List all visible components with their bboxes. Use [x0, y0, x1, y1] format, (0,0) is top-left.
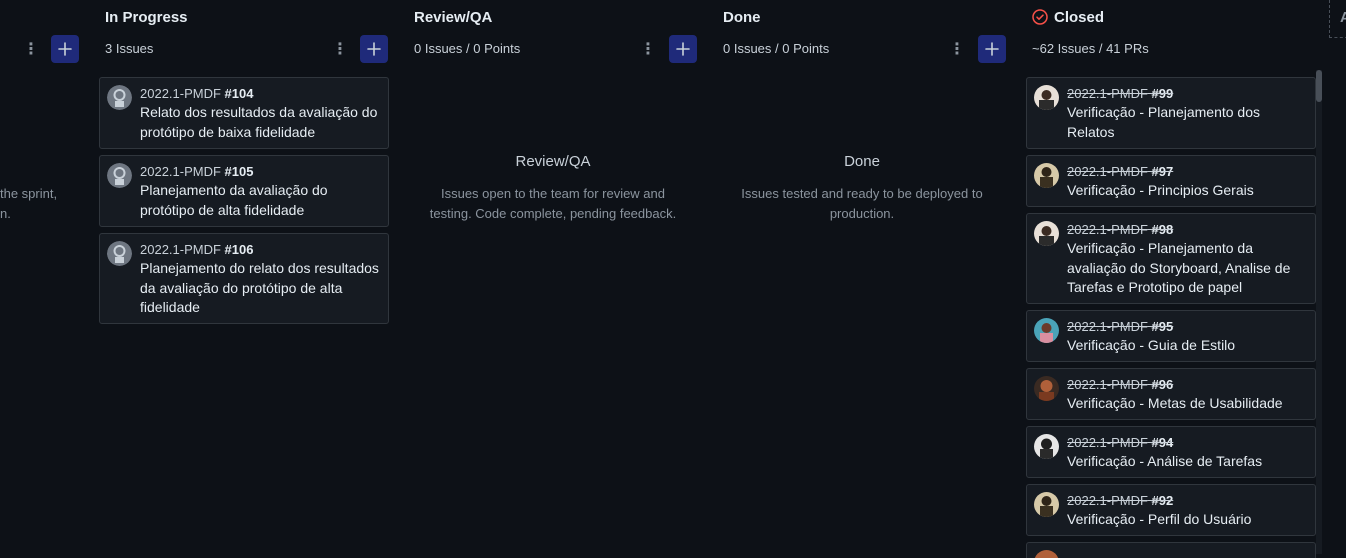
column-count: ~62 Issues / 41 PRs [1032, 41, 1149, 56]
issue-title[interactable]: Relato dos resultados da avaliação do pr… [140, 103, 380, 142]
issue-title[interactable]: Verificação - Guia de Estilo [1067, 336, 1307, 356]
add-card-button[interactable] [360, 35, 388, 63]
plus-icon [985, 42, 999, 56]
avatar [1034, 434, 1059, 459]
issue-number: #106 [224, 242, 254, 257]
empty-state-description: Issues tested and ready to be deployed t… [741, 186, 983, 221]
issue-number: #99 [1151, 86, 1174, 101]
plus-icon [58, 42, 72, 56]
closed-card[interactable]: 2022.1-PMDF #92 Verificação - Perfil do … [1026, 484, 1316, 536]
column-title: In Progress [105, 9, 188, 26]
repo-name: 2022.1-PMDF [140, 86, 221, 101]
partial-desc-line-2: n. [0, 205, 11, 221]
avatar [1034, 163, 1059, 188]
closed-card[interactable] [1026, 542, 1316, 558]
column-count: 0 Issues / 0 Points [723, 41, 830, 56]
closed-card[interactable]: 2022.1-PMDF #98 Verificação - Planejamen… [1026, 213, 1316, 304]
next-column-stub[interactable]: A [1329, 0, 1346, 38]
issue-number: #97 [1151, 164, 1174, 179]
repo-name: 2022.1-PMDF [1067, 86, 1148, 101]
repo-name: 2022.1-PMDF [1067, 435, 1148, 450]
issue-title[interactable]: Planejamento da avaliação do protótipo d… [140, 181, 380, 220]
issue-number: #105 [224, 164, 254, 179]
issue-title[interactable]: Verificação - Planejamento dos Relatos [1067, 103, 1307, 142]
closed-card[interactable]: 2022.1-PMDF #94 Verificação - Análise de… [1026, 426, 1316, 478]
issue-number: #96 [1151, 377, 1174, 392]
closed-card[interactable]: 2022.1-PMDF #96 Verificação - Metas de U… [1026, 368, 1316, 420]
avatar [107, 241, 132, 266]
issue-number: #104 [224, 86, 254, 101]
add-card-button[interactable] [978, 35, 1006, 63]
issue-title[interactable]: Planejamento do relato dos resultados da… [140, 259, 380, 318]
kebab-menu-icon[interactable]: ⋮ [946, 35, 968, 63]
empty-state-title: Done [844, 153, 880, 170]
issue-card[interactable]: 2022.1-PMDF #106 Planejamento do relato … [99, 233, 389, 324]
avatar [107, 163, 132, 188]
empty-state-description: Issues open to the team for review and t… [429, 186, 677, 221]
column-title: Done [723, 9, 761, 26]
issue-reference: 2022.1-PMDF #95 [1067, 319, 1173, 334]
issue-reference: 2022.1-PMDF #106 [140, 242, 253, 257]
avatar [107, 85, 132, 110]
kebab-menu-icon[interactable]: ⋮ [637, 35, 659, 63]
issue-title[interactable]: Verificação - Principios Gerais [1067, 181, 1307, 201]
issue-reference: 2022.1-PMDF #92 [1067, 493, 1173, 508]
issue-reference: 2022.1-PMDF #105 [140, 164, 253, 179]
closed-card[interactable]: 2022.1-PMDF #97 Verificação - Principios… [1026, 155, 1316, 207]
column-closed: Closed ~62 Issues / 41 PRs 2022.1-PMDF #… [1026, 0, 1316, 558]
issue-card[interactable]: 2022.1-PMDF #105 Planejamento da avaliaç… [99, 155, 389, 227]
scrollbar-track[interactable] [1316, 70, 1322, 554]
plus-icon [676, 42, 690, 56]
repo-name: 2022.1-PMDF [1067, 319, 1148, 334]
column-review-qa: Review/QA 0 Issues / 0 Points ⋮ Review/Q… [408, 0, 698, 558]
issue-number: #92 [1151, 493, 1174, 508]
column-title: Review/QA [414, 9, 493, 26]
avatar [1034, 492, 1059, 517]
repo-name: 2022.1-PMDF [140, 242, 221, 257]
empty-state-title: Review/QA [515, 153, 591, 170]
avatar [1034, 376, 1059, 401]
issue-number: #94 [1151, 435, 1174, 450]
issue-number: #95 [1151, 319, 1174, 334]
column-in-progress: In Progress 3 Issues ⋮ 2022.1-PMDF #104 … [99, 0, 389, 558]
issue-reference: 2022.1-PMDF #97 [1067, 164, 1173, 179]
issue-reference: 2022.1-PMDF #94 [1067, 435, 1173, 450]
issue-title[interactable]: Verificação - Perfil do Usuário [1067, 510, 1307, 530]
plus-icon [367, 42, 381, 56]
add-card-button[interactable] [669, 35, 697, 63]
partial-column-description: the sprint, n. [0, 184, 57, 223]
partial-column-add-button[interactable] [51, 35, 79, 63]
closed-card[interactable]: 2022.1-PMDF #99 Verificação - Planejamen… [1026, 77, 1316, 149]
issue-reference: 2022.1-PMDF #96 [1067, 377, 1173, 392]
repo-name: 2022.1-PMDF [1067, 493, 1148, 508]
issue-title[interactable]: Verificação - Análise de Tarefas [1067, 452, 1307, 472]
issue-title[interactable]: Verificação - Metas de Usabilidade [1067, 394, 1307, 414]
scrollbar-thumb[interactable] [1316, 70, 1322, 102]
repo-name: 2022.1-PMDF [140, 164, 221, 179]
closed-card[interactable]: 2022.1-PMDF #95 Verificação - Guia de Es… [1026, 310, 1316, 362]
issue-reference: 2022.1-PMDF #99 [1067, 86, 1173, 101]
issue-number: #98 [1151, 222, 1174, 237]
issue-title[interactable]: Verificação - Planejamento da avaliação … [1067, 239, 1307, 298]
column-count: 3 Issues [105, 41, 154, 56]
repo-name: 2022.1-PMDF [1067, 222, 1148, 237]
repo-name: 2022.1-PMDF [1067, 164, 1148, 179]
avatar [1034, 85, 1059, 110]
column-title: Closed [1054, 9, 1105, 26]
issue-card[interactable]: 2022.1-PMDF #104 Relato dos resultados d… [99, 77, 389, 149]
column-count: 0 Issues / 0 Points [414, 41, 521, 56]
next-column-title: A [1340, 9, 1346, 26]
avatar [1034, 318, 1059, 343]
issue-reference: 2022.1-PMDF #104 [140, 86, 253, 101]
repo-name: 2022.1-PMDF [1067, 377, 1148, 392]
avatar [1034, 221, 1059, 246]
kebab-menu-icon[interactable]: ⋮ [329, 35, 351, 63]
issue-reference: 2022.1-PMDF #98 [1067, 222, 1173, 237]
avatar [1034, 550, 1059, 558]
partial-column-menu-icon[interactable]: ⋮ [20, 35, 42, 63]
partial-desc-line-1: the sprint, [0, 186, 58, 201]
column-done: Done 0 Issues / 0 Points ⋮ Done Issues t… [717, 0, 1007, 558]
